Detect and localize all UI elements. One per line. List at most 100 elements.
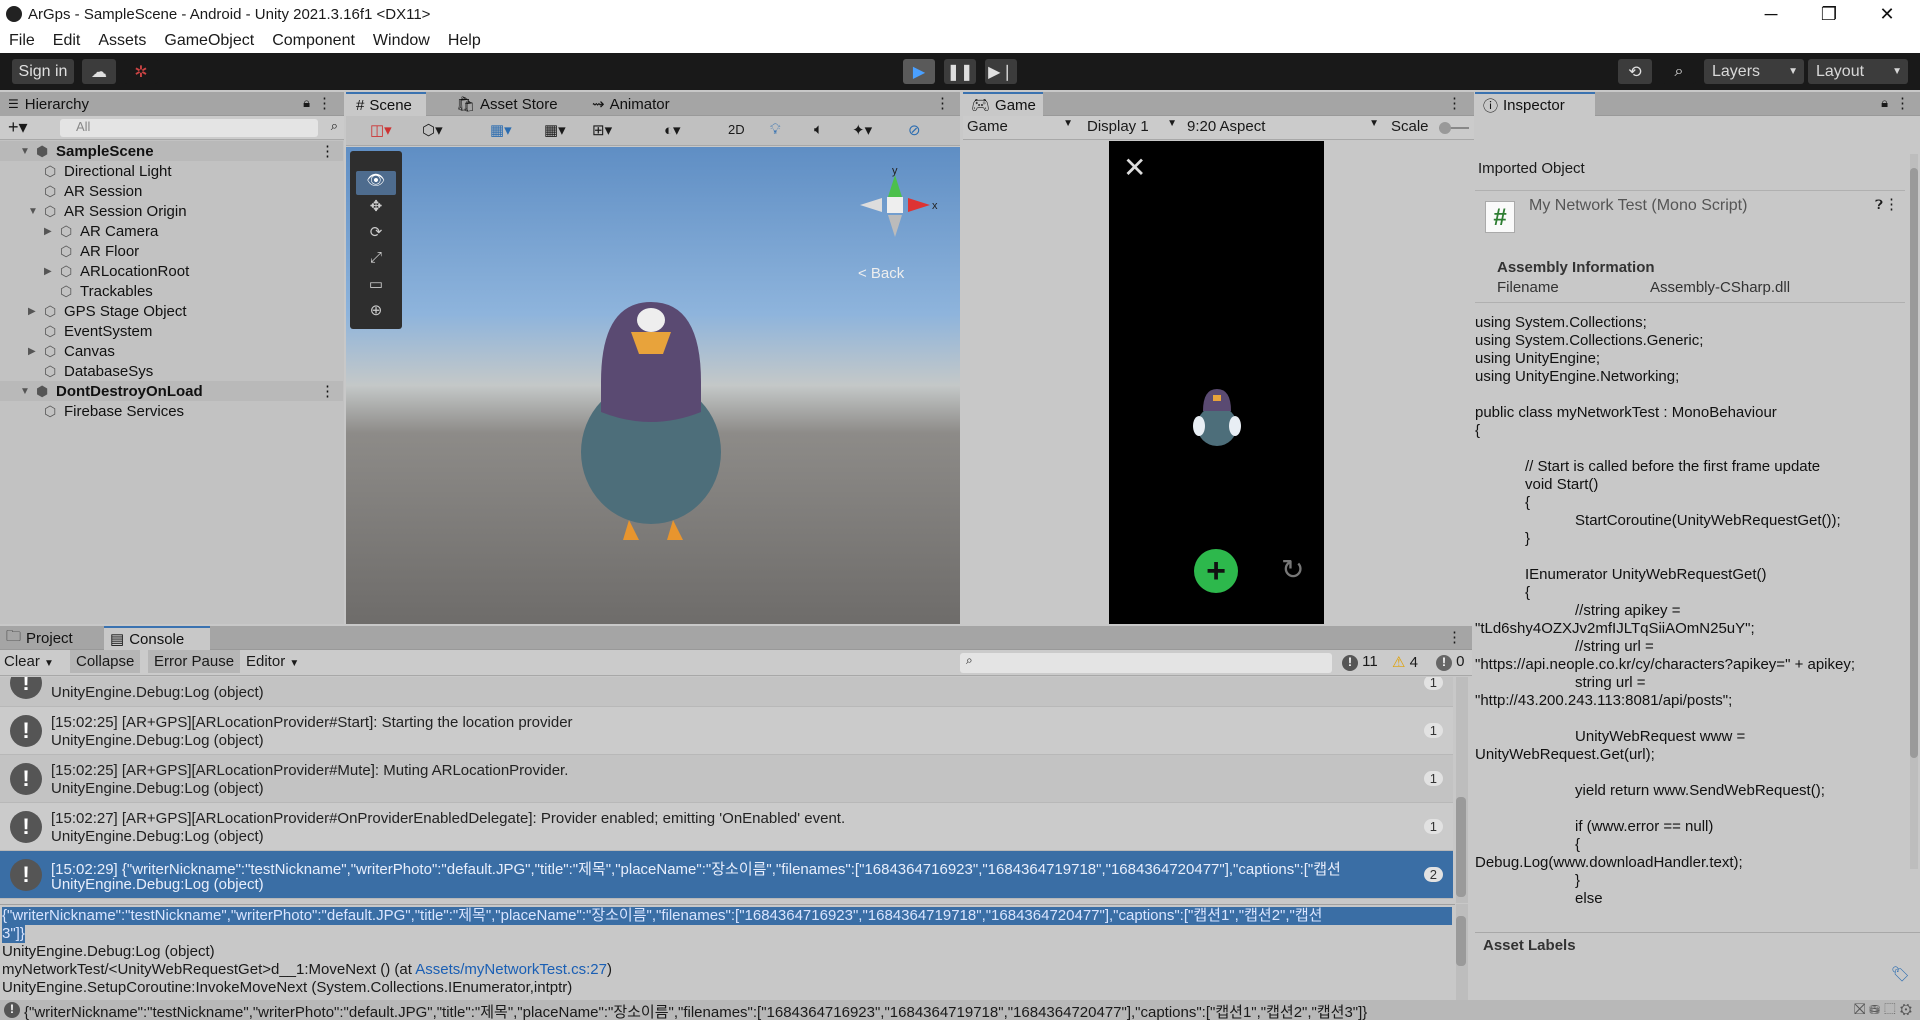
rotate-tool-button[interactable]: ⟳ [356, 223, 396, 247]
hierarchy-item[interactable]: ⬡ AR Floor [0, 241, 343, 261]
tab-asset-store[interactable]: 🛍︎ Asset Store [450, 92, 564, 116]
more-icon[interactable]: ⋮ [1895, 94, 1910, 112]
scale-tool-button[interactable]: ⤢ [356, 249, 396, 273]
lighting-icon[interactable]: 💡︎ [770, 121, 781, 138]
hierarchy-item[interactable]: ▶ ⬡ ARLocationRoot [0, 261, 343, 281]
hierarchy-item[interactable]: ⬡ EventSystem [0, 321, 343, 341]
aspect-dropdown[interactable]: 9:20 Aspect ▼ [1187, 118, 1383, 135]
console-log-entry[interactable]: ! [15:02:25] [AR+GPS][ARLocationProvider#… [0, 707, 1453, 755]
view-tool-button[interactable]: 👁︎ [356, 171, 396, 195]
expand-arrow-icon[interactable]: ▼ [28, 206, 38, 217]
effects-icon[interactable]: ✦▾ [852, 121, 872, 139]
lock-icon[interactable]: 🔒︎ [1881, 95, 1888, 111]
scale-slider[interactable] [1439, 122, 1469, 134]
menu-gameobject[interactable]: GameObject [155, 32, 263, 50]
add-button[interactable]: +▾ [8, 117, 28, 138]
hierarchy-item[interactable]: ▶ ⬡ GPS Stage Object [0, 301, 343, 321]
console-list-scrollbar[interactable] [1456, 677, 1468, 903]
expand-arrow-icon[interactable]: ▼ [20, 146, 30, 157]
minimize-button[interactable]: ─ [1748, 0, 1794, 29]
layers-dropdown[interactable]: Layers ▼ [1704, 59, 1804, 84]
warning-count-badge[interactable]: ⚠ 4 [1392, 653, 1418, 671]
visibility-icon[interactable]: ⊘ [908, 121, 921, 139]
gizmo-back-label[interactable]: < Back [858, 265, 904, 282]
error-count-badge[interactable]: ! 0 [1436, 653, 1465, 671]
more-icon[interactable]: ⋮ [320, 142, 335, 160]
restore-button[interactable]: ❐ [1806, 0, 1852, 29]
hierarchy-item[interactable]: ▶ ⬡ Canvas [0, 341, 343, 361]
collapse-arrow-icon[interactable]: ▶ [44, 226, 52, 237]
lock-icon[interactable]: 🔒︎ [303, 95, 310, 111]
hierarchy-item[interactable]: ⬡ Trackables [0, 281, 343, 301]
status-message[interactable]: {"writerNickname":"testNickname","writer… [24, 1001, 1367, 1020]
audio-icon[interactable]: 🔈︎ [814, 121, 823, 138]
tab-project[interactable]: 🗀 Project [0, 626, 100, 650]
collapse-arrow-icon[interactable]: ▶ [28, 306, 36, 317]
close-icon[interactable]: ✕ [1123, 151, 1146, 184]
help-icon[interactable]: ❓︎ [1875, 197, 1883, 213]
tab-scene[interactable]: # Scene [346, 92, 426, 116]
clear-button[interactable]: Clear ▼ [4, 653, 54, 670]
draw-mode-icon[interactable]: ◫▾ [370, 121, 392, 139]
inspector-scrollbar[interactable] [1910, 154, 1918, 869]
menu-window[interactable]: Window [364, 32, 439, 50]
tag-icon[interactable]: 🏷︎ [1891, 965, 1910, 983]
hierarchy-item[interactable]: ▼ ⬢ DontDestroyOnLoad ⋮ [0, 381, 343, 401]
hierarchy-item[interactable]: ⬡ AR Session [0, 181, 343, 201]
refresh-icon[interactable]: ↻ [1281, 553, 1304, 586]
game-viewport[interactable]: ✕ + ↻ [963, 141, 1474, 624]
console-log-list[interactable]: ! UnityEngine.Debug:Log (object) 1! [15:02:… [0, 677, 1455, 903]
tab-animator[interactable]: ⇝ Animator [586, 92, 676, 116]
error-pause-button[interactable]: Error Pause [148, 650, 241, 673]
menu-component[interactable]: Component [263, 32, 364, 50]
menu-assets[interactable]: Assets [89, 32, 155, 50]
hierarchy-item[interactable]: ▶ ⬡ AR Camera [0, 221, 343, 241]
more-icon[interactable]: ⋮ [1447, 94, 1462, 112]
menu-help[interactable]: Help [439, 32, 490, 50]
search-icon[interactable]: ⌕ [1662, 59, 1696, 84]
console-log-entry[interactable]: ! UnityEngine.Debug:Log (object) 1 [0, 677, 1453, 707]
scene-viewport[interactable]: 👁︎ ✥ ⟳ ⤢ ▭ ⊕ y x < Back [346, 147, 960, 624]
display-dropdown[interactable]: Display 1 ▼ [1087, 118, 1179, 135]
hierarchy-item[interactable]: ▼ ⬡ AR Session Origin [0, 201, 343, 221]
hierarchy-item[interactable]: ⬡ DatabaseSys [0, 361, 343, 381]
collapse-arrow-icon[interactable]: ▶ [44, 266, 52, 277]
tab-game[interactable]: 🎮︎ Game [963, 92, 1043, 116]
layout-dropdown[interactable]: Layout ▼ [1808, 59, 1908, 84]
menu-file[interactable]: File [0, 32, 44, 50]
grid-icon[interactable]: ▦▾ [544, 121, 566, 139]
more-icon[interactable]: ⋮ [317, 94, 332, 112]
shading-icon[interactable]: ◐▾ [664, 121, 681, 139]
console-log-entry[interactable]: ! [15:02:29] {"writerNickname":"testNickn… [0, 851, 1453, 899]
add-icon[interactable]: + [1194, 549, 1238, 593]
console-log-entry[interactable]: ! [15:02:27] [AR+GPS][ARLocationProvider#… [0, 803, 1453, 851]
step-button[interactable]: ▶❘ [985, 59, 1017, 84]
increment-snap-icon[interactable]: ⊞▾ [592, 121, 612, 139]
source-link[interactable]: Assets/myNetworkTest.cs:27 [415, 961, 607, 978]
console-detail[interactable]: {"writerNickname":"testNickname","writer… [0, 904, 1455, 1000]
toggle-2d-button[interactable]: 2D [728, 122, 745, 137]
tab-console[interactable]: ▤ Console [104, 626, 210, 650]
status-icons[interactable]: ⛝ ⛁ ⬚ ⚙ [1854, 1001, 1912, 1018]
game-view-dropdown[interactable]: Game ▼ [967, 118, 1077, 135]
expand-arrow-icon[interactable]: ▼ [20, 386, 30, 397]
play-button[interactable]: ▶ [903, 59, 935, 84]
console-search-input[interactable]: ⌕ [960, 653, 1332, 673]
hierarchy-search-input[interactable]: All [60, 119, 318, 137]
rect-tool-button[interactable]: ▭ [356, 275, 396, 299]
collab-icon[interactable]: ✲ [124, 59, 158, 84]
collapse-arrow-icon[interactable]: ▶ [28, 346, 36, 357]
scene-gizmo[interactable]: y x [850, 165, 940, 245]
editor-dropdown[interactable]: Editor ▼ [246, 653, 299, 670]
search-filter-icon[interactable]: ⌕ [331, 118, 338, 134]
render-mode-icon[interactable]: ⬡▾ [422, 121, 443, 139]
console-log-entry[interactable]: ! [15:02:25] [AR+GPS][ARLocationProvider#… [0, 755, 1453, 803]
move-tool-button[interactable]: ✥ [356, 197, 396, 221]
cloud-icon[interactable]: ☁ [82, 59, 116, 84]
grid-snap-icon[interactable]: ▦▾ [490, 121, 512, 139]
pause-button[interactable]: ❚❚ [944, 59, 976, 84]
console-detail-scrollbar[interactable] [1456, 904, 1468, 1000]
sign-in-button[interactable]: Sign in [12, 59, 74, 84]
menu-edit[interactable]: Edit [44, 32, 90, 50]
more-icon[interactable]: ⋮ [1447, 628, 1462, 646]
